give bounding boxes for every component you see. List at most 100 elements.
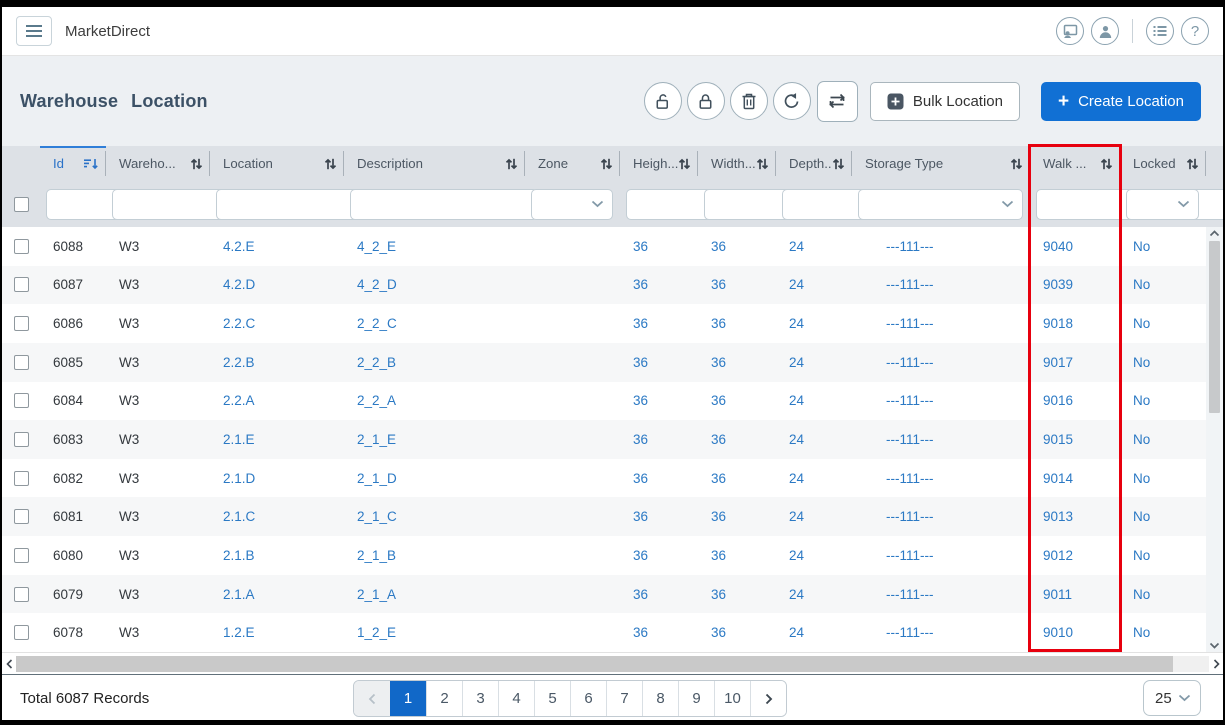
row-checkbox[interactable] bbox=[14, 587, 29, 602]
cell-location[interactable]: 2.1.D bbox=[210, 471, 344, 486]
cell-height[interactable]: 36 bbox=[620, 355, 698, 370]
cell-description[interactable]: 2_1_E bbox=[344, 432, 525, 447]
cell-depth[interactable]: 24 bbox=[776, 432, 852, 447]
row-checkbox[interactable] bbox=[14, 316, 29, 331]
cell-width[interactable]: 36 bbox=[698, 625, 776, 640]
horizontal-scroll-thumb[interactable] bbox=[16, 656, 1173, 672]
cell-locked[interactable]: No bbox=[1120, 432, 1206, 447]
cell-description[interactable]: 2_1_C bbox=[344, 509, 525, 524]
cell-width[interactable]: 36 bbox=[698, 393, 776, 408]
delete-button[interactable] bbox=[730, 82, 768, 120]
cell-depth[interactable]: 24 bbox=[776, 316, 852, 331]
cell-locked[interactable]: No bbox=[1120, 277, 1206, 292]
cell-height[interactable]: 36 bbox=[620, 625, 698, 640]
scroll-left-icon[interactable] bbox=[2, 659, 16, 669]
cell-storage_type[interactable]: ---111--- bbox=[852, 239, 1030, 254]
cell-depth[interactable]: 24 bbox=[776, 625, 852, 640]
column-header-locked[interactable]: Locked bbox=[1120, 146, 1206, 181]
cell-location[interactable]: 2.1.C bbox=[210, 509, 344, 524]
cell-height[interactable]: 36 bbox=[620, 471, 698, 486]
vertical-scroll-thumb[interactable] bbox=[1209, 241, 1220, 413]
cell-walk[interactable]: 9015 bbox=[1030, 432, 1120, 447]
cell-depth[interactable]: 24 bbox=[776, 239, 852, 254]
select-all-checkbox[interactable] bbox=[14, 197, 29, 212]
cell-location[interactable]: 2.2.C bbox=[210, 316, 344, 331]
cell-height[interactable]: 36 bbox=[620, 277, 698, 292]
user-icon[interactable] bbox=[1091, 17, 1119, 45]
cell-depth[interactable]: 24 bbox=[776, 587, 852, 602]
cell-walk[interactable]: 9012 bbox=[1030, 548, 1120, 563]
row-checkbox[interactable] bbox=[14, 548, 29, 563]
cell-storage_type[interactable]: ---111--- bbox=[852, 548, 1030, 563]
cell-depth[interactable]: 24 bbox=[776, 355, 852, 370]
help-icon[interactable]: ? bbox=[1181, 17, 1209, 45]
cell-walk[interactable]: 9011 bbox=[1030, 587, 1120, 602]
row-checkbox[interactable] bbox=[14, 509, 29, 524]
page-button-8[interactable]: 8 bbox=[642, 681, 678, 716]
page-button-3[interactable]: 3 bbox=[462, 681, 498, 716]
create-location-button[interactable]: + Create Location bbox=[1041, 82, 1201, 121]
row-checkbox[interactable] bbox=[14, 239, 29, 254]
cell-description[interactable]: 2_2_C bbox=[344, 316, 525, 331]
cell-storage_type[interactable]: ---111--- bbox=[852, 355, 1030, 370]
cell-storage_type[interactable]: ---111--- bbox=[852, 509, 1030, 524]
cell-walk[interactable]: 9040 bbox=[1030, 239, 1120, 254]
cell-walk[interactable]: 9010 bbox=[1030, 625, 1120, 640]
row-checkbox[interactable] bbox=[14, 355, 29, 370]
cell-width[interactable]: 36 bbox=[698, 509, 776, 524]
cell-description[interactable]: 2_1_D bbox=[344, 471, 525, 486]
lock-button[interactable] bbox=[687, 82, 725, 120]
cell-height[interactable]: 36 bbox=[620, 509, 698, 524]
cell-height[interactable]: 36 bbox=[620, 432, 698, 447]
page-button-1[interactable]: 1 bbox=[390, 681, 426, 716]
row-checkbox[interactable] bbox=[14, 471, 29, 486]
cell-depth[interactable]: 24 bbox=[776, 548, 852, 563]
cell-width[interactable]: 36 bbox=[698, 316, 776, 331]
column-header-warehouse[interactable]: Wareho... bbox=[106, 146, 210, 181]
cell-storage_type[interactable]: ---111--- bbox=[852, 316, 1030, 331]
cell-depth[interactable]: 24 bbox=[776, 393, 852, 408]
cell-walk[interactable]: 9013 bbox=[1030, 509, 1120, 524]
cell-storage_type[interactable]: ---111--- bbox=[852, 587, 1030, 602]
page-button-7[interactable]: 7 bbox=[606, 681, 642, 716]
page-button-5[interactable]: 5 bbox=[534, 681, 570, 716]
column-header-zone[interactable]: Zone bbox=[525, 146, 620, 181]
cell-width[interactable]: 36 bbox=[698, 432, 776, 447]
filter-select-locked[interactable] bbox=[1126, 189, 1199, 220]
cell-depth[interactable]: 24 bbox=[776, 471, 852, 486]
cell-storage_type[interactable]: ---111--- bbox=[852, 393, 1030, 408]
column-header-width[interactable]: Width... bbox=[698, 146, 776, 181]
page-button-10[interactable]: 10 bbox=[714, 681, 750, 716]
next-page-button[interactable] bbox=[750, 681, 786, 716]
cell-walk[interactable]: 9017 bbox=[1030, 355, 1120, 370]
unlock-button[interactable] bbox=[644, 82, 682, 120]
scroll-right-icon[interactable] bbox=[1209, 659, 1223, 669]
page-button-6[interactable]: 6 bbox=[570, 681, 606, 716]
cell-storage_type[interactable]: ---111--- bbox=[852, 625, 1030, 640]
list-menu-icon[interactable] bbox=[1146, 17, 1174, 45]
cell-height[interactable]: 36 bbox=[620, 587, 698, 602]
cell-locked[interactable]: No bbox=[1120, 625, 1206, 640]
cell-locked[interactable]: No bbox=[1120, 509, 1206, 524]
cell-locked[interactable]: No bbox=[1120, 316, 1206, 331]
column-header-walk[interactable]: Walk ... bbox=[1030, 146, 1120, 181]
bulk-location-button[interactable]: Bulk Location bbox=[870, 82, 1020, 121]
column-header-id[interactable]: Id bbox=[40, 146, 106, 181]
cell-location[interactable]: 2.2.B bbox=[210, 355, 344, 370]
cell-locked[interactable]: No bbox=[1120, 587, 1206, 602]
hamburger-menu-button[interactable] bbox=[16, 16, 52, 46]
cell-locked[interactable]: No bbox=[1120, 393, 1206, 408]
filter-select-zone[interactable] bbox=[531, 189, 613, 220]
cell-walk[interactable]: 9039 bbox=[1030, 277, 1120, 292]
cell-description[interactable]: 2_2_A bbox=[344, 393, 525, 408]
cell-description[interactable]: 2_1_A bbox=[344, 587, 525, 602]
cell-walk[interactable]: 9014 bbox=[1030, 471, 1120, 486]
cell-height[interactable]: 36 bbox=[620, 393, 698, 408]
cell-storage_type[interactable]: ---111--- bbox=[852, 277, 1030, 292]
cell-location[interactable]: 2.1.E bbox=[210, 432, 344, 447]
cell-description[interactable]: 1_2_E bbox=[344, 625, 525, 640]
cell-depth[interactable]: 24 bbox=[776, 277, 852, 292]
row-checkbox[interactable] bbox=[14, 393, 29, 408]
page-button-2[interactable]: 2 bbox=[426, 681, 462, 716]
filter-input-description[interactable] bbox=[351, 197, 537, 212]
